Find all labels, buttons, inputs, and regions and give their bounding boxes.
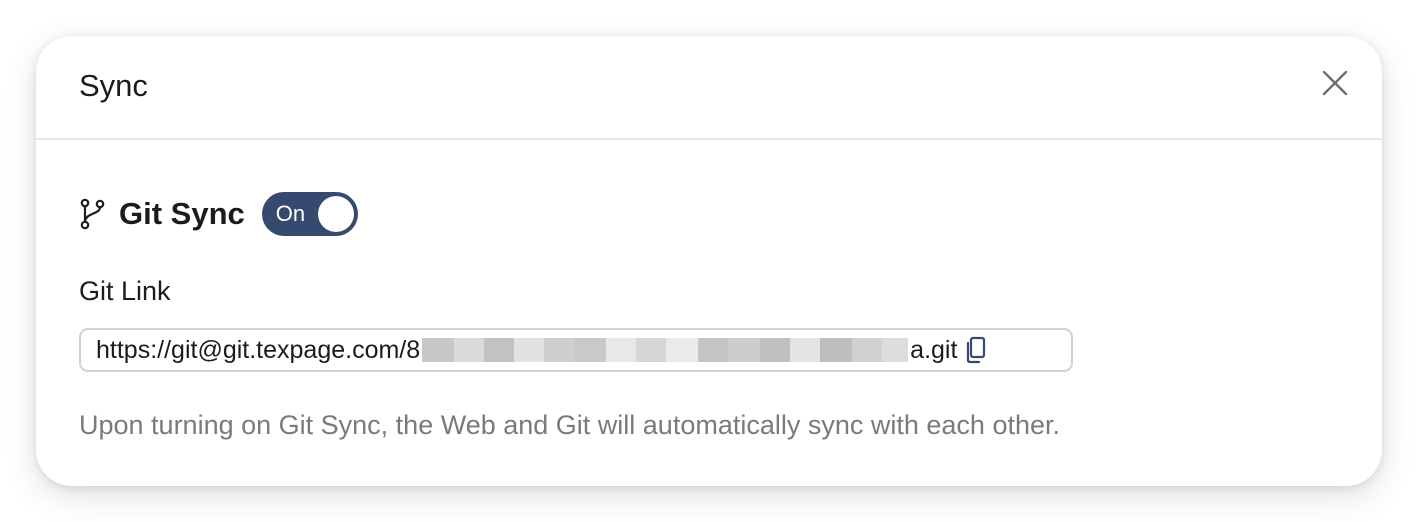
git-link-prefix: https://git@git.texpage.com/8 [96,336,421,364]
redacted-url-segment [422,338,909,362]
git-link-suffix: a.git [910,336,958,364]
sync-dialog: Sync Git Sync On Git Link https://git@gi… [36,36,1382,486]
close-button[interactable] [1320,68,1350,98]
git-link-label: Git Link [79,276,171,306]
git-branch-icon [79,198,107,230]
copy-icon[interactable] [965,336,989,364]
git-sync-help-text: Upon turning on Git Sync, the Web and Gi… [79,410,1060,440]
toggle-label: On [275,201,306,226]
page-background: Sync Git Sync On Git Link https://git@gi… [0,0,1418,522]
git-link-text[interactable]: https://git@git.texpage.com/8 a.git [96,335,989,365]
git-sync-title: Git Sync [119,196,245,231]
dialog-header: Sync [36,36,1382,140]
git-sync-row: Git Sync On [79,191,358,237]
close-icon [1322,70,1348,96]
git-link-field[interactable]: https://git@git.texpage.com/8 a.git [79,328,1073,372]
dialog-title: Sync [79,68,148,103]
toggle-knob [317,196,354,232]
git-sync-toggle[interactable]: On [261,192,358,236]
